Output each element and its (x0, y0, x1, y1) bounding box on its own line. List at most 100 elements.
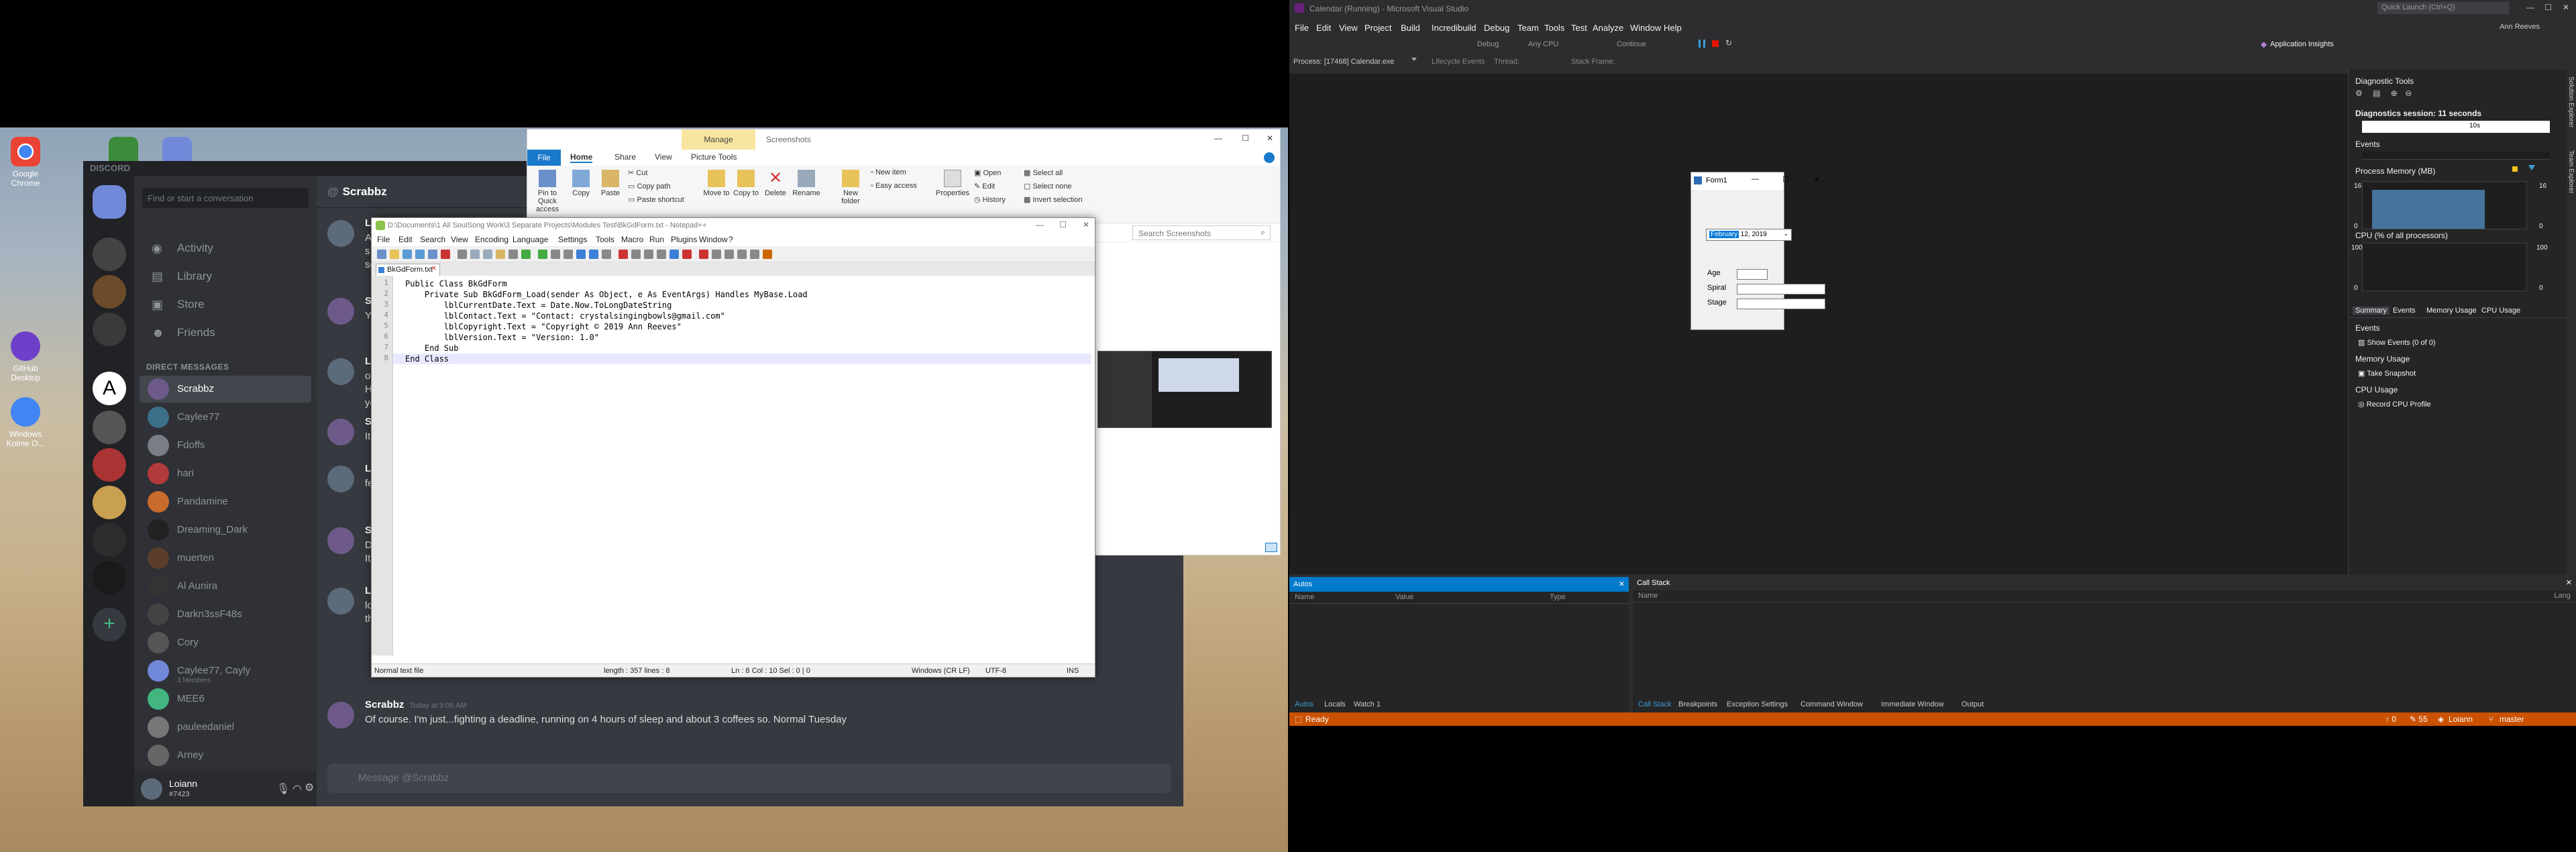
dm-item[interactable]: Arney (140, 742, 311, 769)
toolbar-button-icon[interactable] (441, 250, 450, 259)
avatar[interactable] (327, 358, 354, 385)
dm-item[interactable]: Caylee77, Cayly 3 Members (140, 657, 311, 684)
dm-item[interactable]: Darkn3ssF48s (140, 601, 311, 628)
toolbar-button-icon[interactable] (564, 250, 573, 259)
server-icon[interactable] (93, 313, 126, 346)
open-button[interactable]: ▣ Open (974, 168, 1014, 177)
col-value[interactable]: Value (1395, 593, 1413, 601)
dm-item[interactable]: muerten (140, 545, 311, 572)
screenshot-thumbnail[interactable] (1097, 351, 1272, 428)
search-input[interactable]: Search Screenshots (1132, 225, 1271, 240)
dm-search-input[interactable]: Find or start a conversation (142, 188, 309, 208)
close-icon[interactable]: ✕ (1083, 220, 1089, 229)
age-field[interactable] (1737, 269, 1768, 280)
history-button[interactable]: ◷ History (974, 195, 1014, 204)
settings-icon[interactable]: ⚙ (2355, 89, 2363, 98)
code-editor[interactable]: Public Class BkGdForm Private Sub BkGdFo… (393, 276, 1091, 655)
gear-icon[interactable]: ⚙ (305, 781, 314, 794)
callstack-tab[interactable]: Breakpoints (1678, 700, 1717, 708)
menu-item[interactable]: Debug (1484, 23, 1509, 33)
toolbar-button-icon[interactable] (483, 250, 492, 259)
menu-item[interactable]: Settings (558, 235, 587, 244)
toolbar-button-icon[interactable] (724, 250, 734, 259)
quick-launch-input[interactable]: Quick Launch (Ctrl+Q) (2377, 2, 2509, 14)
rename-button[interactable]: Rename (792, 170, 821, 197)
avatar[interactable] (327, 702, 354, 729)
server-icon[interactable] (93, 486, 126, 519)
copy-to-button[interactable]: Copy to (733, 170, 759, 197)
col-lang[interactable]: Lang (2555, 592, 2571, 600)
close-icon[interactable]: ✕ (1813, 175, 1819, 184)
help-icon[interactable] (1264, 152, 1275, 163)
toolbar-button-icon[interactable] (750, 250, 759, 259)
menu-item[interactable]: Edit (1316, 23, 1331, 33)
maximize-icon[interactable]: ☐ (1242, 134, 1249, 143)
dm-item[interactable]: Cory (140, 629, 311, 656)
tab-file[interactable]: File (527, 150, 561, 166)
diag-tab[interactable]: CPU Usage (2481, 307, 2520, 315)
server-icon[interactable] (93, 411, 126, 444)
stop-icon[interactable] (1712, 40, 1719, 47)
user-name[interactable]: Ann Reeves (2500, 23, 2540, 31)
message-input[interactable]: Message @Scrabbz (327, 763, 1171, 793)
callstack-tab[interactable]: Output (1962, 700, 1984, 708)
new-folder-button[interactable]: New folder (836, 170, 865, 205)
view-toggle-icon[interactable] (1265, 543, 1277, 552)
cut-button[interactable]: ✂ Cut (628, 168, 682, 177)
toolbar-button-icon[interactable] (699, 250, 708, 259)
minimize-icon[interactable]: — (1752, 175, 1759, 183)
paste-button[interactable]: Paste (597, 170, 624, 197)
toolbar-button-icon[interactable] (669, 250, 679, 259)
record-cpu-button[interactable]: ◎ Record CPU Profile (2358, 400, 2431, 409)
continue-button[interactable]: Continue (1617, 40, 1646, 48)
toolbar-button-icon[interactable] (631, 250, 641, 259)
restart-icon[interactable]: ↻ (1725, 38, 1732, 48)
menu-item[interactable]: Help (1664, 23, 1682, 33)
toolbar-button-icon[interactable] (538, 250, 547, 259)
callstack-tab[interactable]: Call Stack (1638, 700, 1672, 708)
server-icon[interactable] (93, 523, 126, 557)
diag-tab[interactable]: Memory Usage (2426, 307, 2477, 315)
server-icon[interactable] (93, 561, 126, 594)
move-to-button[interactable]: Move to (703, 170, 730, 197)
col-name[interactable]: Name (1295, 593, 1314, 601)
lifecycle-events-button[interactable]: Lifecycle Events (1432, 58, 1485, 66)
toolbar-button-icon[interactable] (602, 250, 611, 259)
menu-item[interactable]: View (1339, 23, 1358, 33)
avatar[interactable] (327, 298, 354, 325)
dm-item[interactable]: Al Aunira (140, 573, 311, 600)
tab-home[interactable]: Home (570, 152, 593, 163)
toolbar-button-icon[interactable] (415, 250, 425, 259)
toolbar-button-icon[interactable] (390, 250, 399, 259)
server-icon[interactable] (93, 275, 126, 309)
tab-watch1[interactable]: Watch 1 (1354, 700, 1381, 708)
toolbar-button-icon[interactable] (657, 250, 666, 259)
dm-item[interactable]: Caylee77 (140, 404, 311, 431)
menu-item[interactable]: Tools (596, 235, 614, 244)
maximize-icon[interactable]: ☐ (2544, 3, 2552, 12)
menu-item[interactable]: File (1295, 23, 1309, 33)
col-type[interactable]: Type (1550, 593, 1566, 601)
microphone-icon[interactable]: 🎙 (276, 782, 290, 796)
menu-item[interactable]: View (451, 235, 468, 244)
status-changes[interactable]: ✎ 55 (2410, 714, 2428, 724)
stage-field[interactable] (1737, 299, 1825, 309)
invert-selection-button[interactable]: ▩ Invert selection (1024, 195, 1097, 204)
application-insights-button[interactable]: Application Insights (2270, 40, 2334, 48)
minimize-icon[interactable]: — (2526, 3, 2534, 12)
status-repo[interactable]: Loiann (2449, 714, 2473, 724)
maximize-icon[interactable]: ☐ (1782, 175, 1789, 184)
take-snapshot-button[interactable]: ▣ Take Snapshot (2358, 369, 2416, 378)
avatar[interactable] (327, 527, 354, 554)
menu-item[interactable]: Tools (1544, 23, 1564, 33)
toolbar-button-icon[interactable] (496, 250, 505, 259)
platform-dropdown[interactable]: Any CPU (1528, 40, 1558, 48)
toolbar-button-icon[interactable] (737, 250, 747, 259)
file-tab[interactable]: BkGdForm.txt ✕ (376, 264, 440, 276)
menu-item[interactable]: Edit (398, 235, 413, 244)
menu-item[interactable]: File (377, 235, 390, 244)
toolbar-button-icon[interactable] (428, 250, 437, 259)
tab-view[interactable]: View (655, 152, 672, 162)
dm-item[interactable]: MEE6 (140, 686, 311, 712)
menu-item[interactable]: Language (513, 235, 548, 244)
